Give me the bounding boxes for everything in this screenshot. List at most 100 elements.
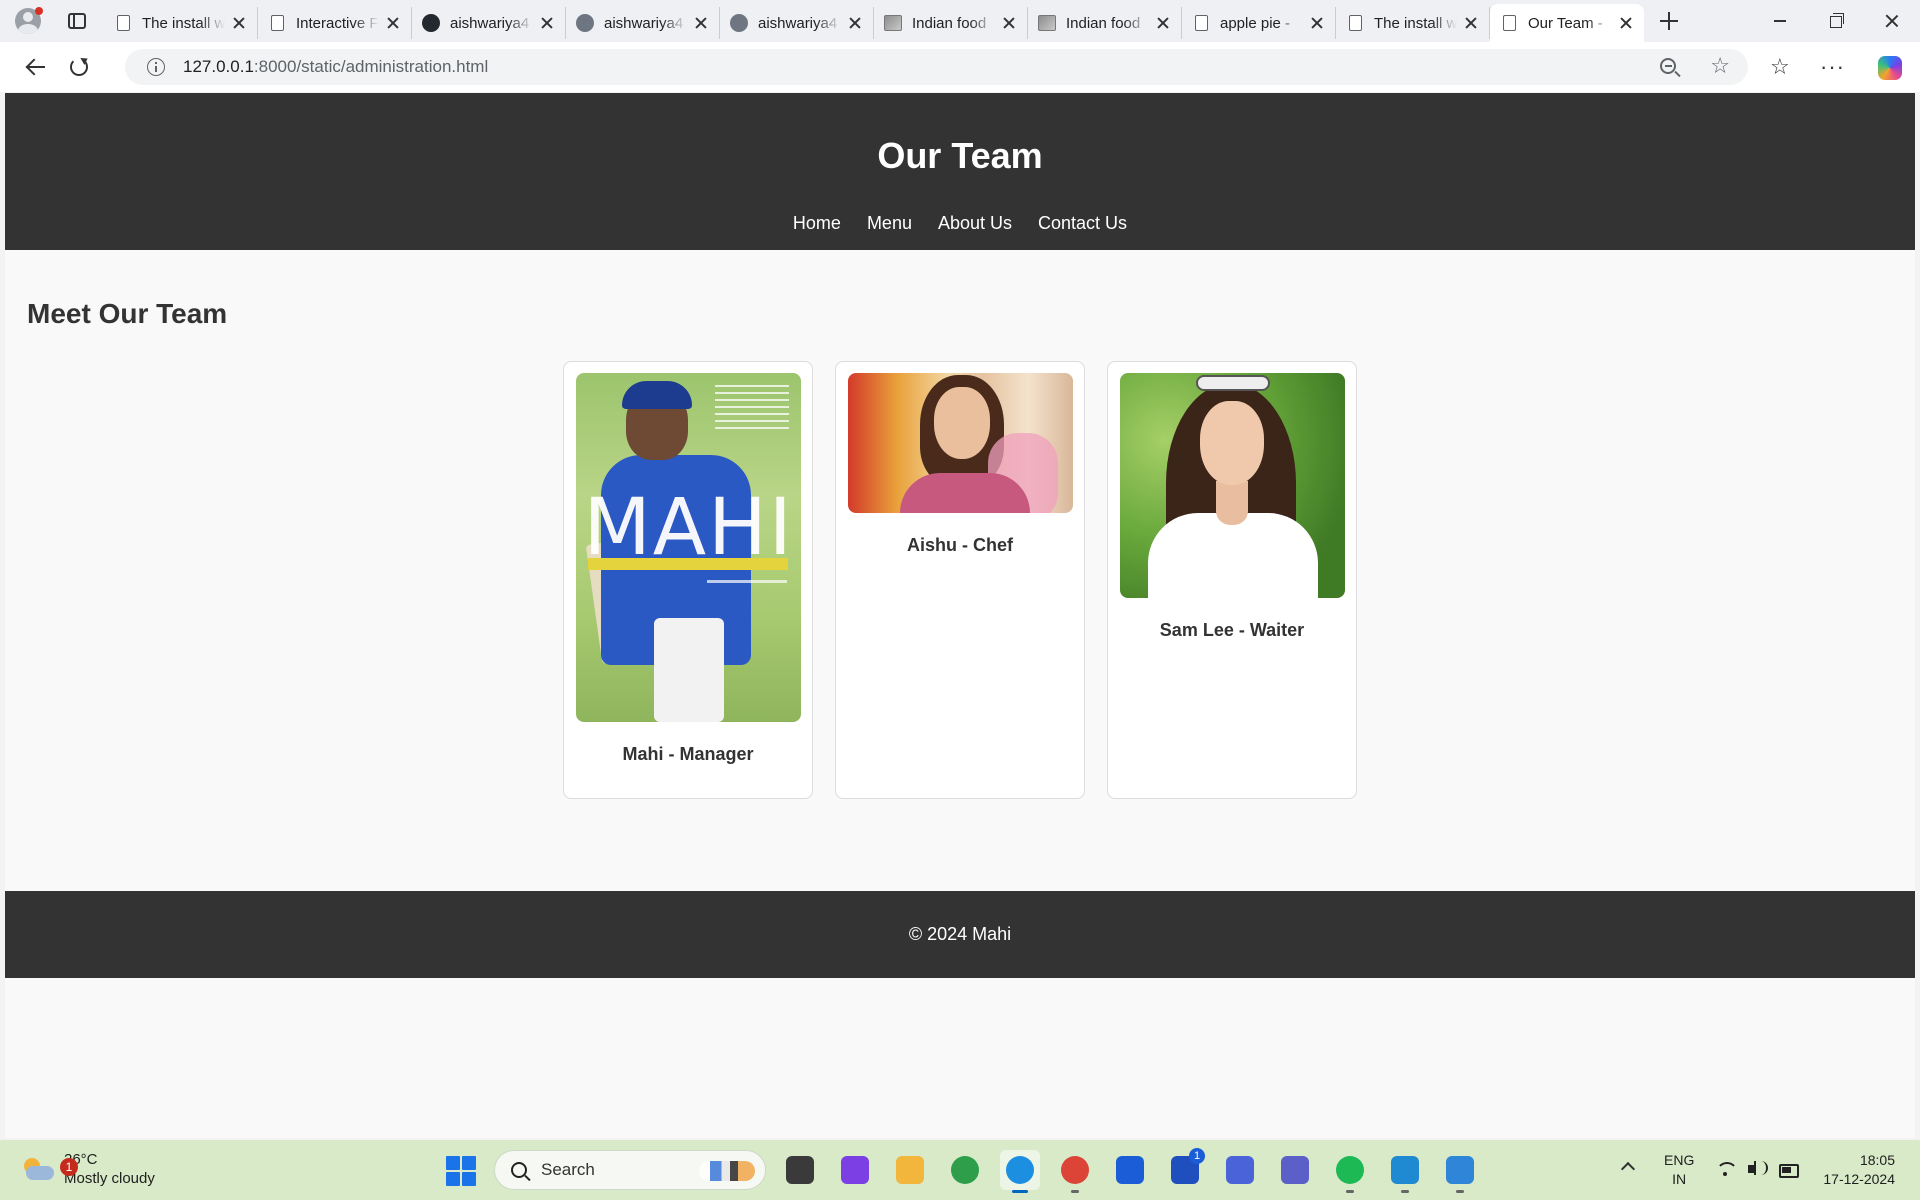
tab-close-icon[interactable] [385,15,401,31]
tab-close-icon[interactable] [1618,15,1634,31]
page-edge [1915,93,1920,1138]
chrome-taskbar-button[interactable] [1055,1150,1095,1193]
tab-close-icon[interactable] [1463,15,1479,31]
weather-badge: 1 [60,1158,78,1176]
arc-app-taskbar-button[interactable] [1220,1150,1260,1190]
clock[interactable]: 18:05 17-12-2024 [1815,1151,1895,1189]
notepad-icon [1446,1156,1474,1184]
tab-title: apple pie - [1220,14,1291,32]
page-icon-glyph [1194,15,1208,31]
vscode-taskbar-button[interactable] [1385,1150,1425,1193]
nav-link-contact-us[interactable]: Contact Us [1038,213,1127,234]
address-bar[interactable]: 127.0.0.1:8000/static/administration.htm… [125,49,1748,85]
browser-tab[interactable]: Indian food [874,7,1028,39]
tab-close-icon[interactable] [847,15,863,31]
windows-logo-pane [446,1156,460,1170]
back-button[interactable] [10,47,60,87]
browser-tab[interactable]: The install w [1336,7,1490,39]
windows-logo-pane [446,1172,460,1186]
weather-widget[interactable]: 1 26°C Mostly cloudy [22,1150,155,1188]
browser-tab[interactable]: apple pie - [1182,7,1336,39]
nav-link-about-us[interactable]: About Us [938,213,1012,234]
browser-tab[interactable]: Our Team - [1490,4,1644,42]
file-explorer-icon [896,1156,924,1184]
reload-button[interactable] [54,47,104,87]
taskbar: 1 26°C Mostly cloudy Search 1 ENG IN 18:… [0,1140,1920,1200]
member-photo-aishu [847,373,1073,513]
browser-tab[interactable]: aishwariya4 [566,7,720,39]
restore-button[interactable] [1808,0,1864,42]
site-info-icon[interactable] [147,58,165,76]
site-nav: Home Menu About Us Contact Us [5,213,1915,234]
team-grid: MAHI Mahi - Manager Aishu - Chef Sam Lee… [5,361,1915,799]
tab-actions-button[interactable] [56,0,98,42]
image-icon [884,14,902,32]
tab-close-icon[interactable] [539,15,555,31]
task-view-icon [786,1156,814,1184]
browser-tab[interactable]: Indian food [1028,7,1182,39]
tab-close-icon[interactable] [1155,15,1171,31]
favorites-icon[interactable]: ☆ [1770,50,1790,84]
new-tab-button[interactable] [1648,0,1690,42]
weather-condition: Mostly cloudy [64,1170,155,1187]
teams-taskbar-button[interactable] [1275,1150,1315,1190]
running-indicator [1346,1190,1354,1193]
tab-close-icon[interactable] [1001,15,1017,31]
close-window-button[interactable] [1864,0,1920,42]
image-icon [1038,14,1056,32]
tab-close-icon[interactable] [231,15,247,31]
nav-link-home[interactable]: Home [793,213,841,234]
battery-icon [1778,1158,1800,1180]
app-ring-taskbar-button[interactable] [945,1150,985,1190]
browser-tab[interactable]: Interactive F [258,7,412,39]
clock-time: 18:05 [1859,1152,1895,1168]
copilot-icon[interactable] [1878,56,1902,80]
tab-close-icon[interactable] [1309,15,1325,31]
page-icon-glyph [270,15,284,31]
spotify-taskbar-button[interactable] [1330,1150,1370,1193]
profile-button[interactable] [0,0,56,42]
tab-close-icon[interactable] [693,15,709,31]
edge-taskbar-button[interactable] [1000,1150,1040,1193]
l-app-taskbar-button[interactable]: 1 [1165,1148,1205,1190]
page-viewport: Our Team Home Menu About Us Contact Us Meet… [5,93,1915,1138]
zoom-out-icon[interactable] [1660,58,1676,74]
browser-tab[interactable]: aishwariya4 [412,7,566,39]
tab-title: aishwariya4 [758,14,838,32]
tab-title: Our Team - [1528,14,1603,32]
cloudy-weather-icon [22,1156,54,1182]
region-code: IN [1672,1171,1687,1187]
face-shape [933,387,990,459]
favorite-star-icon[interactable]: ☆ [1710,55,1730,77]
author-line [706,580,787,583]
back-arrow-icon [25,57,45,77]
copilot-taskbar-button[interactable] [835,1150,875,1190]
tab-title: Interactive F [296,14,379,32]
pads-shape [653,618,724,722]
github-icon-glyph [576,14,594,32]
store-taskbar-button[interactable] [1110,1150,1150,1190]
running-indicator [1456,1190,1464,1193]
notification-dot [35,7,43,15]
system-tray[interactable] [1714,1158,1800,1180]
minimize-button[interactable] [1752,0,1808,42]
taskbar-search[interactable]: Search [494,1150,766,1190]
arc-app-icon [1226,1156,1254,1184]
notepad-taskbar-button[interactable] [1440,1150,1480,1193]
browser-tab[interactable]: The install w [104,7,258,39]
start-button[interactable] [446,1156,476,1186]
more-options-icon[interactable]: ··· [1820,50,1845,84]
shirt-shape [1147,513,1318,598]
show-hidden-icons-chevron-icon[interactable] [1620,1161,1636,1177]
image-icon-glyph [1038,15,1056,31]
github-icon [576,14,594,32]
url-text[interactable]: 127.0.0.1:8000/static/administration.htm… [183,57,488,77]
file-explorer-taskbar-button[interactable] [890,1150,930,1190]
language-indicator[interactable]: ENG IN [1664,1151,1694,1189]
nav-link-menu[interactable]: Menu [867,213,912,234]
task-view-taskbar-button[interactable] [780,1150,820,1190]
store-icon [1116,1156,1144,1184]
neck-shape [1215,481,1248,525]
url-path: :8000/static/administration.html [253,57,489,76]
browser-tab[interactable]: aishwariya4 [720,7,874,39]
